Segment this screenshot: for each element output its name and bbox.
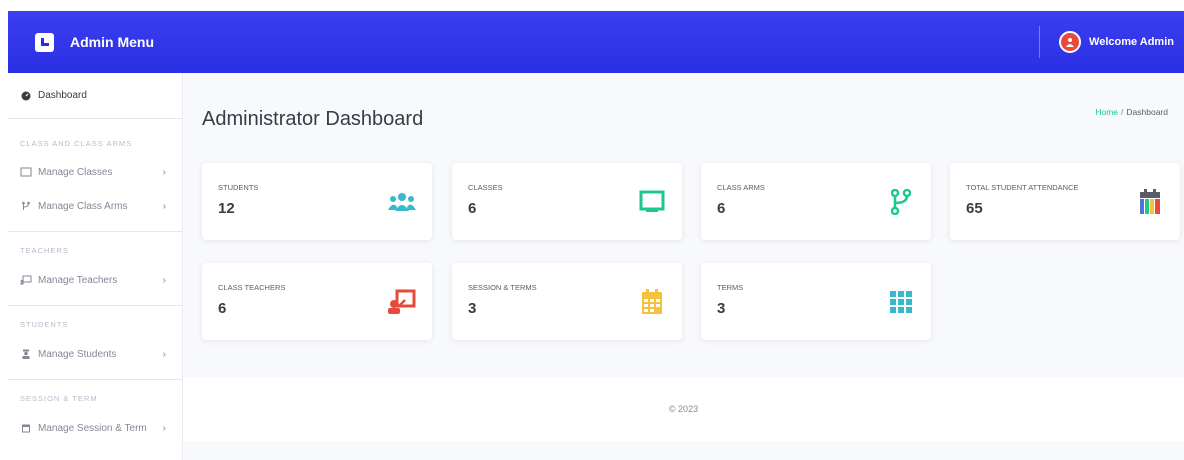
chevron-right-icon: › — [162, 166, 166, 178]
breadcrumb-current: Dashboard — [1126, 107, 1168, 117]
chalkboard-icon — [638, 188, 666, 216]
main-content: Administrator Dashboard Home / Dashboard S… — [183, 73, 1184, 460]
card-label: CLASSES — [468, 183, 503, 192]
sidebar-item-label: Manage Class Arms — [38, 200, 128, 212]
card-value: 6 — [468, 200, 477, 217]
stat-card-classes: CLASSES 6 — [452, 163, 682, 240]
footer: © 2023 — [183, 377, 1184, 441]
sidebar-item-manage-session[interactable]: Manage Session & Term › — [8, 418, 182, 438]
welcome-user[interactable]: Welcome Admin — [1089, 36, 1174, 48]
sidebar-item-manage-class-arms[interactable]: Manage Class Arms › — [8, 196, 182, 216]
chevron-right-icon: › — [162, 348, 166, 360]
stat-card-attendance: TOTAL STUDENT ATTENDANCE 65 — [950, 163, 1180, 240]
page-title: Administrator Dashboard — [202, 108, 424, 130]
calendar-icon — [638, 288, 666, 316]
card-value: 6 — [218, 300, 227, 317]
card-value: 12 — [218, 200, 235, 217]
breadcrumb: Home / Dashboard — [1095, 107, 1168, 117]
copyright-text: © 2023 — [668, 404, 699, 414]
card-label: TOTAL STUDENT ATTENDANCE — [966, 183, 1079, 192]
card-label: CLASS ARMS — [717, 183, 765, 192]
chevron-right-icon: › — [162, 422, 166, 434]
sidebar-item-label: Dashboard — [38, 90, 87, 101]
sidebar-heading-class: CLASS AND CLASS ARMS — [20, 139, 133, 148]
student-icon — [20, 348, 32, 360]
topbar-divider — [1039, 26, 1041, 58]
top-navbar: Admin Menu Welcome Admin — [8, 11, 1184, 73]
sidebar-item-label: Manage Session & Term — [38, 422, 147, 434]
calendar-icon — [20, 422, 32, 434]
code-branch-icon — [887, 188, 915, 216]
stat-card-students: STUDENTS 12 — [202, 163, 432, 240]
sidebar-item-dashboard[interactable]: Dashboard — [8, 73, 182, 119]
sidebar-heading-teachers: TEACHERS — [20, 246, 69, 255]
brand-title: Admin Menu — [70, 34, 154, 50]
stat-card-class-teachers: CLASS TEACHERS 6 — [202, 263, 432, 340]
card-label: STUDENTS — [218, 183, 259, 192]
sidebar-heading-session: SESSION & TERM — [20, 394, 98, 403]
card-value: 3 — [468, 300, 477, 317]
card-label: SESSION & TERMS — [468, 283, 537, 292]
sidebar-item-manage-students[interactable]: Manage Students › — [8, 344, 182, 364]
sidebar-heading-students: STUDENTS — [20, 320, 69, 329]
sidebar-item-label: Manage Teachers — [38, 274, 118, 286]
sidebar-item-label: Manage Classes — [38, 166, 113, 178]
sidebar: Dashboard CLASS AND CLASS ARMS Manage Cl… — [8, 73, 183, 460]
stat-card-class-arms: CLASS ARMS 6 — [701, 163, 931, 240]
teacher-icon — [20, 274, 32, 286]
card-label: TERMS — [717, 283, 744, 292]
card-value: 3 — [717, 300, 726, 317]
sidebar-item-label: Manage Students — [38, 348, 117, 360]
brand-logo-icon — [35, 32, 54, 52]
brand[interactable]: Admin Menu — [8, 32, 154, 52]
stat-card-terms: TERMS 3 — [701, 263, 931, 340]
calendar-check-icon — [1136, 188, 1164, 216]
code-branch-icon — [20, 200, 32, 212]
tachometer-icon — [20, 90, 32, 102]
chalkboard-icon — [20, 166, 32, 178]
grid-icon — [887, 288, 915, 316]
sidebar-item-manage-teachers[interactable]: Manage Teachers › — [8, 270, 182, 290]
user-avatar-icon[interactable] — [1059, 31, 1082, 53]
card-value: 6 — [717, 200, 726, 217]
breadcrumb-separator: / — [1121, 107, 1124, 117]
card-label: CLASS TEACHERS — [218, 283, 286, 292]
users-icon — [388, 188, 416, 216]
sidebar-item-manage-classes[interactable]: Manage Classes › — [8, 162, 182, 182]
breadcrumb-home[interactable]: Home — [1095, 107, 1118, 117]
stat-card-session-terms: SESSION & TERMS 3 — [452, 263, 682, 340]
chevron-right-icon: › — [162, 200, 166, 212]
card-value: 65 — [966, 200, 983, 217]
teacher-icon — [388, 288, 416, 316]
chevron-right-icon: › — [162, 274, 166, 286]
